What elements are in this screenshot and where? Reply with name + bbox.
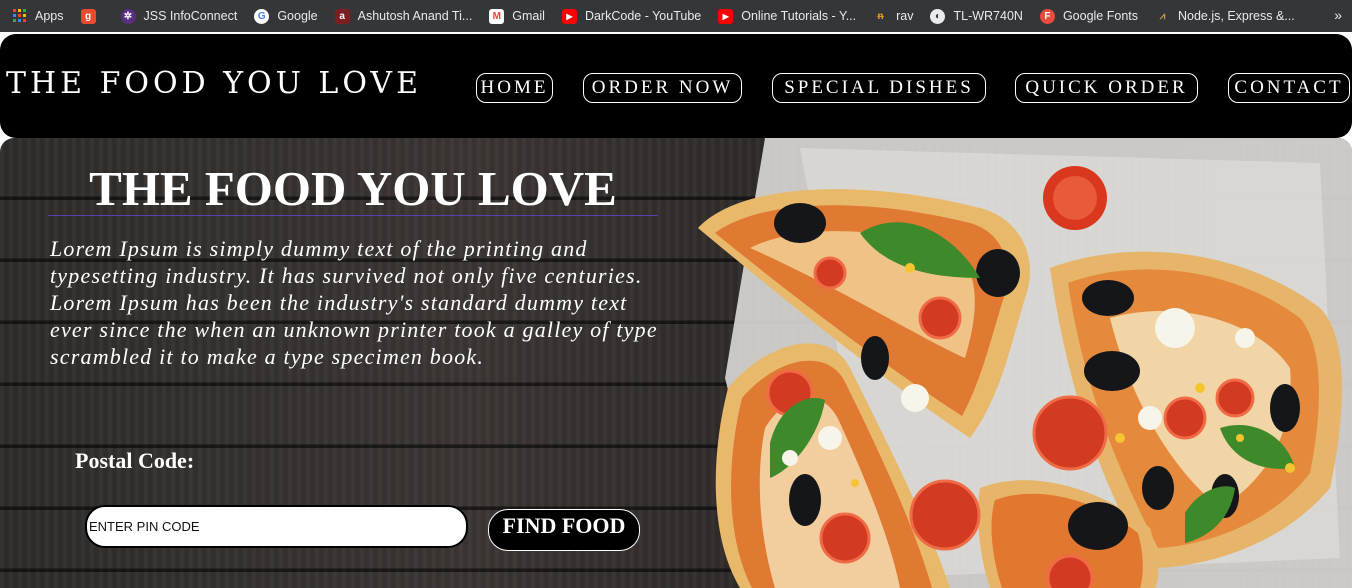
nodejs-icon: ⩘: [1159, 10, 1166, 22]
google-icon: G: [254, 8, 270, 24]
g-logo-icon: g: [80, 8, 96, 24]
bookmark-icon: a: [334, 8, 350, 24]
hero-title: THE FOOD YOU LOVE: [89, 161, 617, 216]
bookmark-tl-wr740n[interactable]: ◐ TL-WR740N: [930, 8, 1023, 24]
nav-contact[interactable]: CONTACT: [1228, 73, 1350, 103]
bookmark-label: Online Tutorials - Y...: [741, 9, 857, 23]
bookmark-google[interactable]: G Google: [254, 8, 318, 24]
bookmark-label: rav: [896, 9, 914, 23]
nav-quick-order[interactable]: QUICK ORDER: [1015, 73, 1198, 103]
bookmark-label: Google Fonts: [1062, 9, 1138, 23]
bookmark-label: Ashutosh Anand Ti...: [357, 9, 473, 23]
gmail-icon: M: [489, 8, 505, 24]
find-food-button[interactable]: FIND FOOD: [488, 509, 640, 551]
hero-description: Lorem Ipsum is simply dummy text of the …: [50, 236, 658, 369]
site-header: THE FOOD YOU LOVE HOME ORDER NOW SPECIAL…: [0, 34, 1352, 138]
bookmark-ashutosh[interactable]: a Ashutosh Anand Ti...: [334, 8, 473, 24]
bookmark-label: JSS InfoConnect: [143, 9, 238, 23]
youtube-icon: ▶: [718, 8, 734, 24]
pizza-image: [698, 138, 1352, 588]
bookmark-g[interactable]: g: [80, 8, 104, 24]
nav-order-now[interactable]: ORDER NOW: [583, 73, 742, 103]
bookmark-label: Gmail: [512, 9, 545, 23]
bookmark-nodejs[interactable]: ⩘ Node.js, Express &...: [1155, 9, 1295, 24]
bookmark-label: Apps: [35, 9, 64, 23]
jss-icon: ✲: [120, 8, 136, 24]
bookmark-label: TL-WR740N: [953, 9, 1023, 23]
nav-home[interactable]: HOME: [476, 73, 553, 103]
apps-grid-icon: [12, 9, 27, 24]
bookmark-jss[interactable]: ✲ JSS InfoConnect: [120, 8, 238, 24]
bookmark-gmail[interactable]: M Gmail: [489, 8, 545, 24]
bookmark-apps[interactable]: Apps: [12, 9, 64, 24]
pin-code-input[interactable]: [85, 505, 468, 548]
bookmark-label: Node.js, Express &...: [1178, 9, 1295, 23]
site-logo[interactable]: THE FOOD YOU LOVE: [6, 66, 422, 101]
bookmark-rav[interactable]: ᵰ rav: [873, 9, 914, 24]
title-underline: [48, 215, 658, 216]
youtube-icon: ▶: [561, 8, 577, 24]
rav-icon: ᵰ: [877, 10, 884, 22]
bookmark-darkcode[interactable]: ▶ DarkCode - YouTube: [561, 8, 702, 24]
hero-section: THE FOOD YOU LOVE Lorem Ipsum is simply …: [0, 138, 1352, 588]
globe-icon: ◐: [930, 8, 946, 24]
bookmark-online-tutorials[interactable]: ▶ Online Tutorials - Y...: [718, 8, 857, 24]
bookmarks-bar: Apps g ✲ JSS InfoConnect G Google a Ashu…: [0, 0, 1352, 32]
bookmark-label: Google: [277, 9, 318, 23]
more-bookmarks-icon[interactable]: »: [1334, 7, 1342, 23]
postal-code-label: Postal Code:: [75, 448, 195, 473]
bookmark-label: DarkCode - YouTube: [584, 9, 702, 23]
bookmark-google-fonts[interactable]: F Google Fonts: [1039, 8, 1138, 24]
google-fonts-icon: F: [1039, 8, 1055, 24]
nav-special-dishes[interactable]: SPECIAL DISHES: [772, 73, 986, 103]
